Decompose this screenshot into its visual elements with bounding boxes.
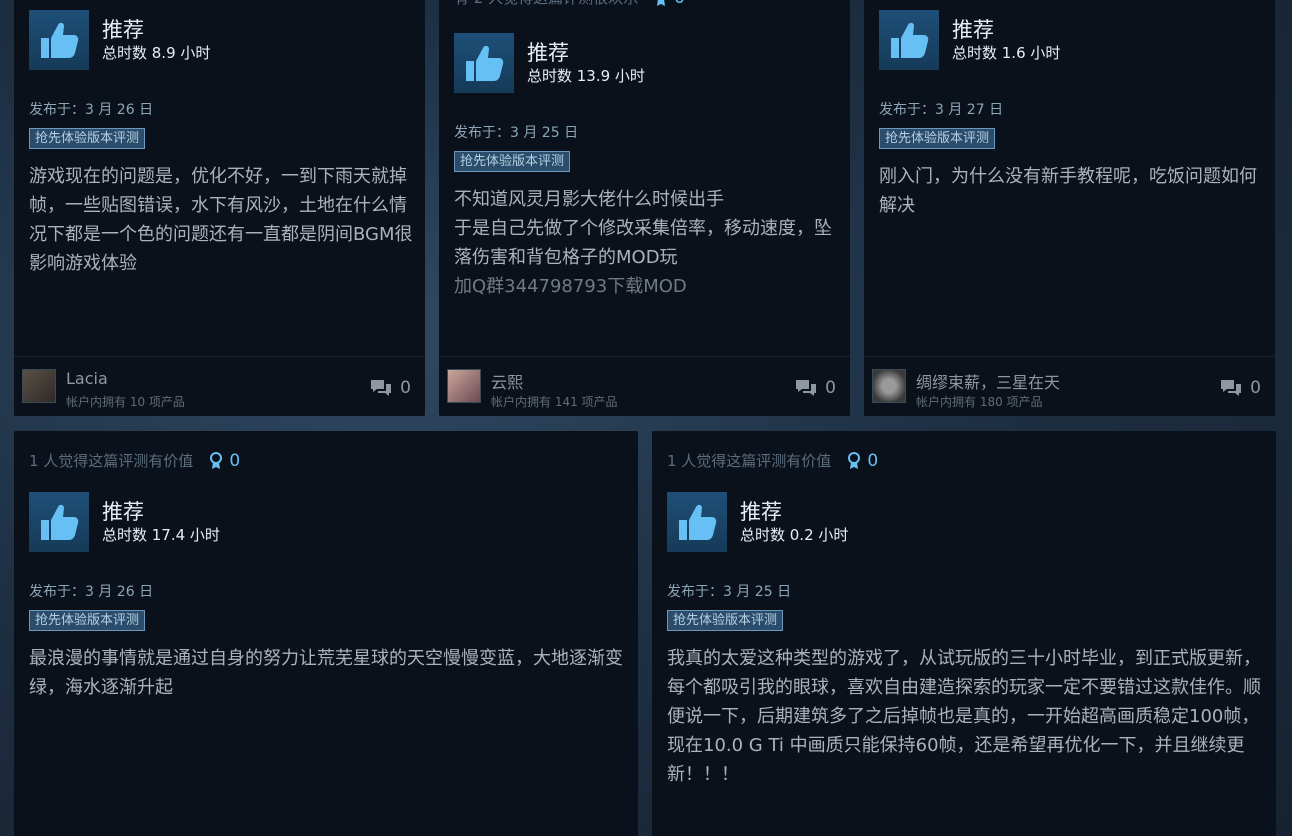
review-card: 有 2 人觉得这篇评测很欢乐 0 推荐 总时数 13.9 小时 发布于：3 月 …: [439, 0, 850, 416]
posted-date: 发布于：3 月 25 日: [454, 125, 579, 141]
recommendation-label: 推荐: [102, 500, 144, 524]
recommendation-header[interactable]: 推荐 总时数 8.9 小时: [29, 10, 210, 70]
comments-count[interactable]: 0: [370, 378, 411, 398]
comment-bubbles-icon: [1221, 380, 1242, 396]
recommendation-label: 推荐: [527, 41, 569, 65]
helpful-summary: 1 人觉得这篇评测有价值 0: [29, 450, 240, 471]
posted-date: 发布于：3 月 26 日: [29, 102, 154, 118]
thumbs-up-icon: [879, 10, 939, 70]
author-footer: 绸缪束薪，三星在天 帐户内拥有 180 项产品 0: [864, 356, 1275, 416]
comments-count[interactable]: 0: [1220, 378, 1261, 398]
author-name[interactable]: Lacia: [66, 369, 108, 388]
review-body: 游戏现在的问题是，优化不好，一到下雨天就掉帧，一些贴图错误，水下有风沙，土地在什…: [29, 162, 413, 278]
playtime-hours: 总时数 13.9 小时: [527, 67, 645, 85]
award-count: 0: [229, 450, 241, 471]
thumbs-up-icon: [454, 33, 514, 93]
early-access-tag: 抢先体验版本评测: [29, 610, 146, 631]
award-ribbon-icon: [848, 451, 861, 469]
recommendation-header[interactable]: 推荐 总时数 13.9 小时: [454, 33, 645, 93]
review-text-line: 我真的太爱这种类型的游戏了，从试玩版的三十小时毕业，到正式版更新，每个都吸引我的…: [667, 648, 1261, 785]
recommendation-header[interactable]: 推荐 总时数 0.2 小时: [667, 492, 848, 552]
recommendation-header[interactable]: 推荐 总时数 1.6 小时: [879, 10, 1060, 70]
posted-date: 发布于：3 月 26 日: [29, 584, 154, 600]
award-ribbon-icon: [210, 451, 223, 469]
author-name[interactable]: 绸缪束薪，三星在天: [916, 369, 1060, 393]
thumbs-up-icon: [667, 492, 727, 552]
playtime-hours: 总时数 8.9 小时: [102, 44, 211, 62]
review-body: 不知道风灵月影大佬什么时候出手 于是自己先做了个修改采集倍率，移动速度，坠落伤害…: [454, 185, 838, 301]
review-body: 最浪漫的事情就是通过自身的努力让荒芜星球的天空慢慢变蓝，大地逐渐变绿，海水逐渐升…: [29, 644, 625, 702]
products-owned: 帐户内拥有 180 项产品: [916, 395, 1043, 409]
award-badge[interactable]: 0: [847, 451, 878, 471]
review-text-line: 最浪漫的事情就是通过自身的努力让荒芜星球的天空慢慢变蓝，大地逐渐变绿，海水逐渐升…: [29, 648, 623, 698]
playtime-hours: 总时数 17.4 小时: [102, 526, 220, 544]
helpful-text: 有 2 人觉得这篇评测很欢乐: [454, 0, 638, 8]
review-card: 1 人觉得这篇评测有价值 0 推荐 总时数 0.2 小时 发布于：3 月 25 …: [652, 431, 1276, 836]
author-footer: Lacia 帐户内拥有 10 项产品 0: [14, 356, 425, 416]
comment-bubbles-icon: [796, 380, 817, 396]
award-count: 0: [674, 0, 685, 8]
playtime-hours: 总时数 1.6 小时: [952, 44, 1061, 62]
comments-number: 0: [825, 378, 836, 398]
author-footer: 云熙 帐户内拥有 141 项产品 0: [439, 356, 850, 416]
recommendation-header[interactable]: 推荐 总时数 17.4 小时: [29, 492, 220, 552]
review-text-line: 不知道风灵月影大佬什么时候出手: [454, 189, 724, 210]
comment-bubbles-icon: [371, 380, 392, 396]
thumbs-up-icon: [29, 492, 89, 552]
products-owned: 帐户内拥有 141 项产品: [491, 395, 618, 409]
early-access-tag: 抢先体验版本评测: [29, 128, 146, 149]
thumbs-up-icon: [29, 10, 89, 70]
award-count: 0: [867, 450, 879, 471]
recommendation-label: 推荐: [740, 500, 782, 524]
review-card: 1 人觉得这篇评测有价值 0 推荐 总时数 17.4 小时 发布于：3 月 26…: [14, 431, 638, 836]
helpful-summary: 1 人觉得这篇评测有价值 0: [667, 450, 878, 471]
avatar[interactable]: [22, 369, 56, 403]
avatar[interactable]: [872, 369, 906, 403]
comments-count[interactable]: 0: [795, 378, 836, 398]
review-text-line: 加Q群344798793下载MOD: [454, 276, 687, 297]
recommendation-label: 推荐: [952, 18, 994, 42]
review-body: 我真的太爱这种类型的游戏了，从试玩版的三十小时毕业，到正式版更新，每个都吸引我的…: [667, 644, 1263, 789]
review-text-line: 游戏现在的问题是，优化不好，一到下雨天就掉帧，一些贴图错误，水下有风沙，土地在什…: [29, 166, 413, 274]
comments-number: 0: [1250, 378, 1261, 398]
review-card: 推荐 总时数 1.6 小时 发布于：3 月 27 日 抢先体验版本评测 刚入门，…: [864, 0, 1275, 416]
review-card: 推荐 总时数 8.9 小时 发布于：3 月 26 日 抢先体验版本评测 游戏现在…: [14, 0, 425, 416]
review-text-line: 刚入门，为什么没有新手教程呢，吃饭问题如何解决: [879, 166, 1257, 216]
products-owned: 帐户内拥有 10 项产品: [66, 395, 185, 409]
helpful-summary: 有 2 人觉得这篇评测很欢乐 0: [454, 0, 685, 8]
posted-date: 发布于：3 月 25 日: [667, 584, 792, 600]
review-body: 刚入门，为什么没有新手教程呢，吃饭问题如何解决: [879, 162, 1263, 220]
playtime-hours: 总时数 0.2 小时: [740, 526, 849, 544]
award-ribbon-icon: [657, 0, 666, 6]
author-name[interactable]: 云熙: [491, 369, 523, 393]
early-access-tag: 抢先体验版本评测: [667, 610, 784, 631]
avatar[interactable]: [447, 369, 481, 403]
early-access-tag: 抢先体验版本评测: [879, 128, 996, 149]
recommendation-label: 推荐: [102, 18, 144, 42]
comments-number: 0: [400, 378, 411, 398]
review-text-line: 于是自己先做了个修改采集倍率，移动速度，坠落伤害和背包格子的MOD玩: [454, 218, 832, 268]
helpful-text: 1 人觉得这篇评测有价值: [29, 452, 194, 470]
early-access-tag: 抢先体验版本评测: [454, 151, 571, 172]
award-badge[interactable]: 0: [654, 0, 685, 8]
award-badge[interactable]: 0: [209, 451, 240, 471]
posted-date: 发布于：3 月 27 日: [879, 102, 1004, 118]
helpful-text: 1 人觉得这篇评测有价值: [667, 452, 832, 470]
